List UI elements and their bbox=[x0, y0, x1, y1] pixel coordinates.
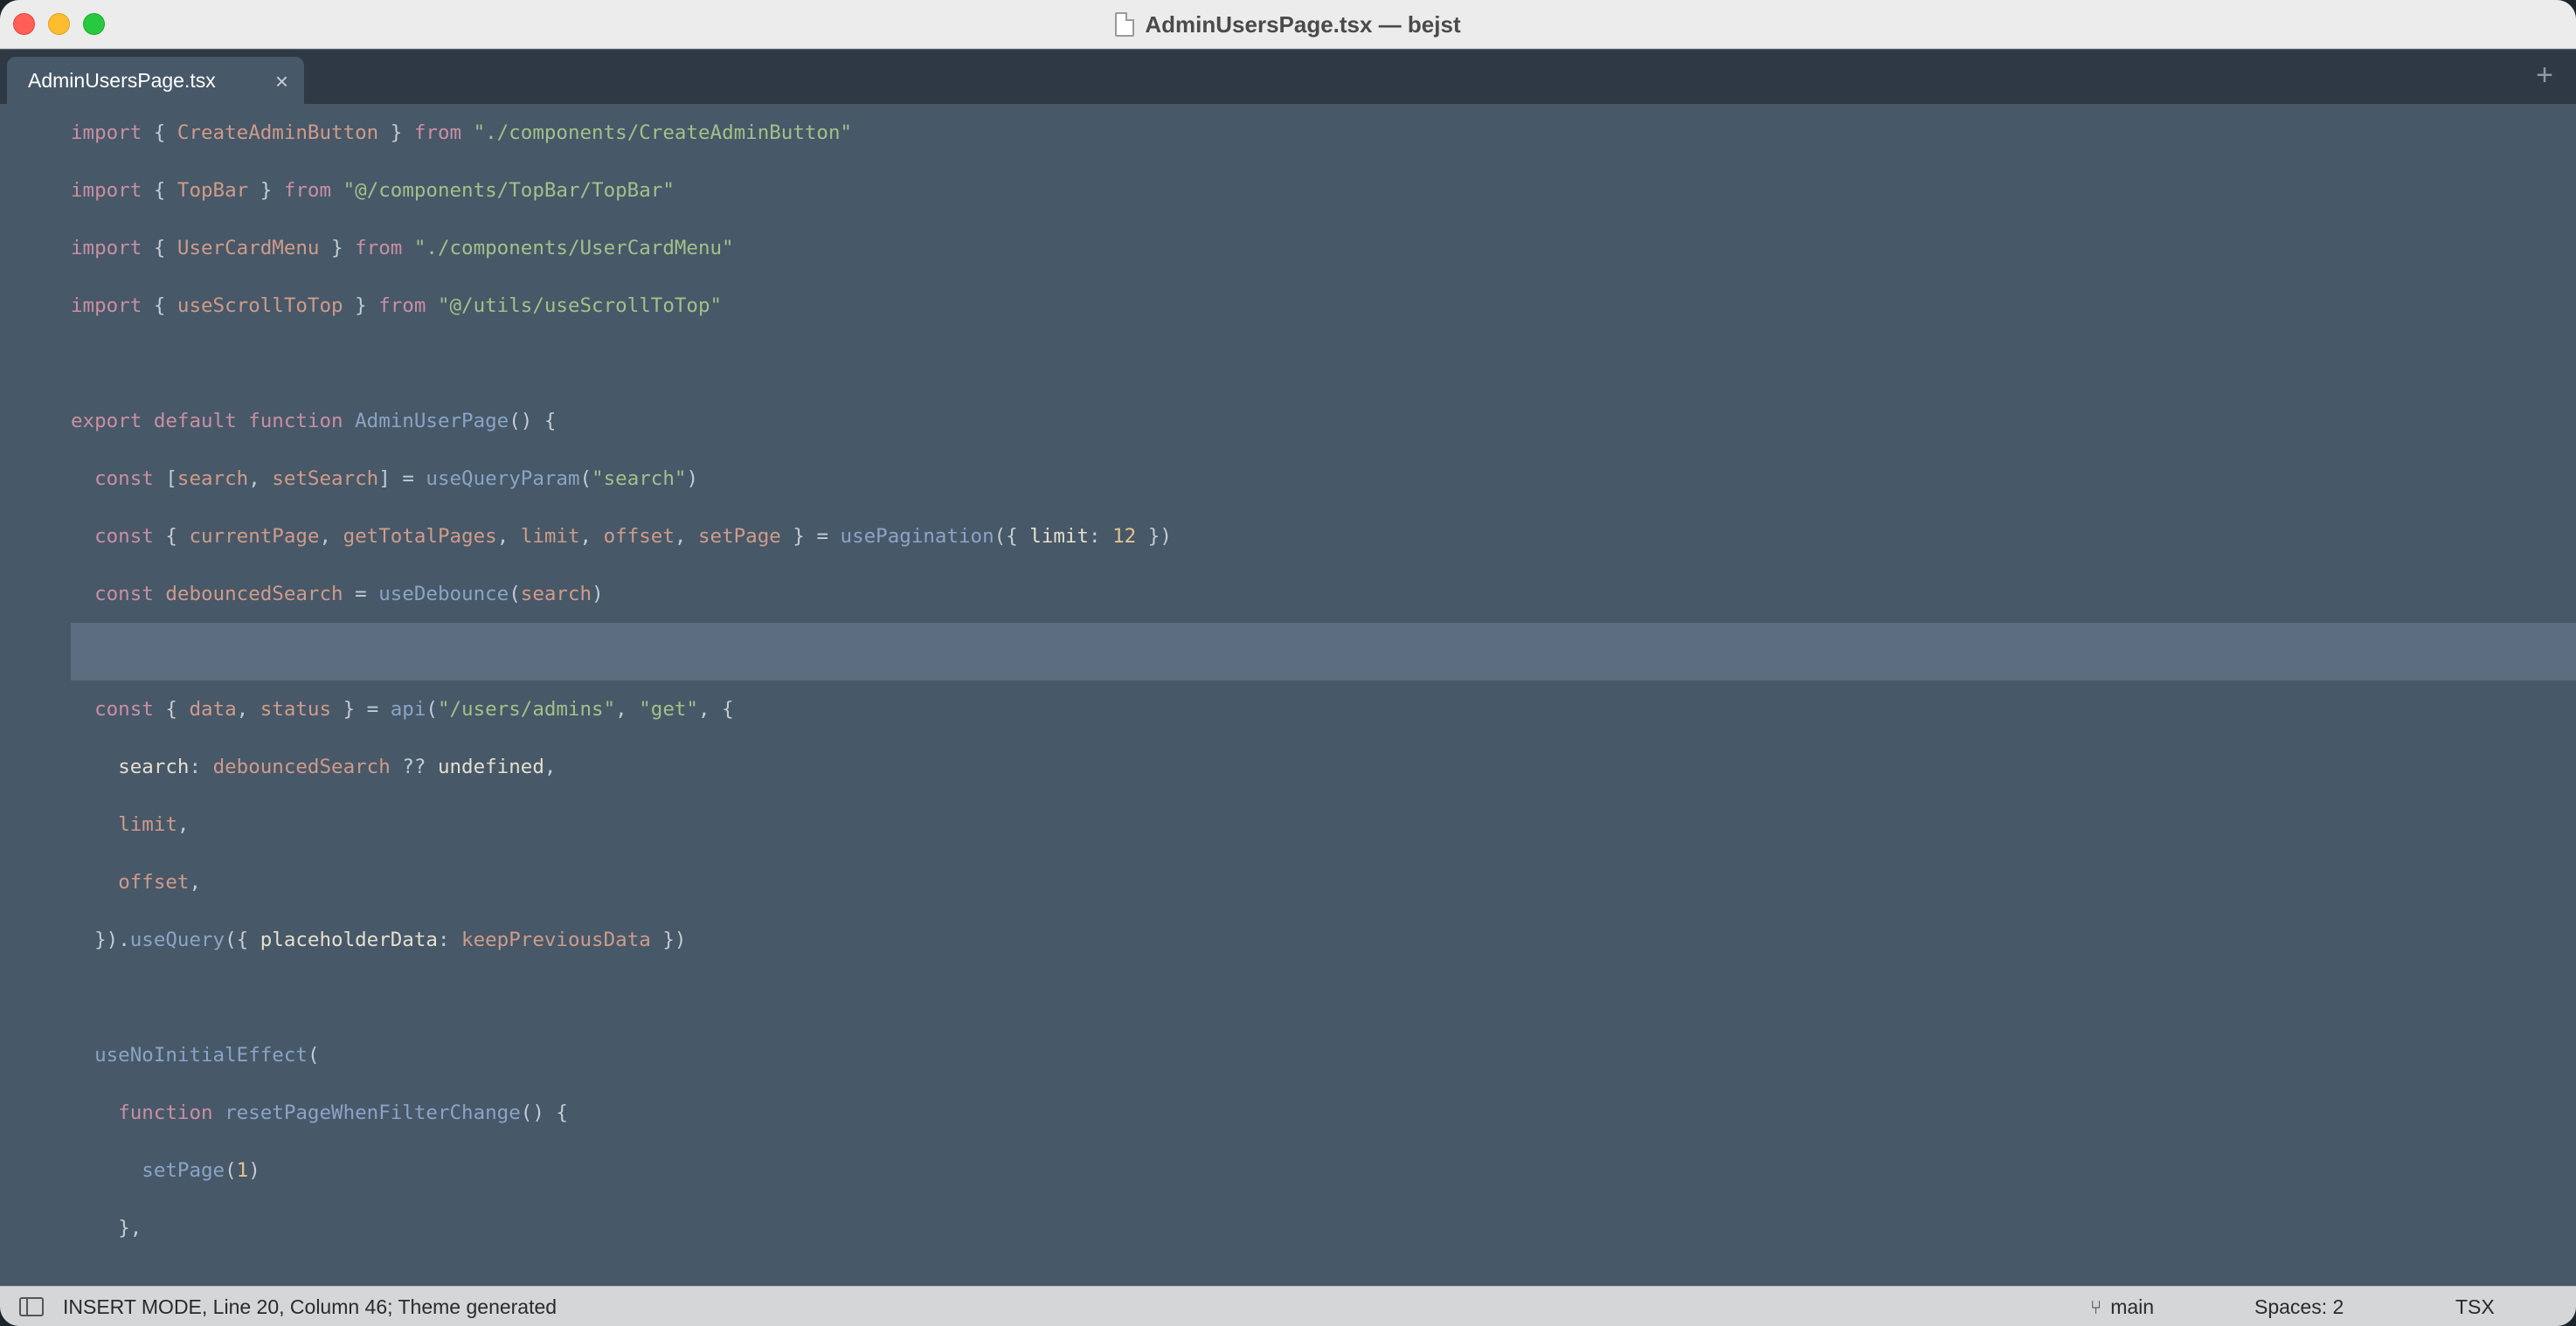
git-branch[interactable]: ⑂ main bbox=[2090, 1295, 2154, 1319]
title-bar: AdminUsersPage.tsx — bejst bbox=[0, 0, 2576, 49]
branch-name: main bbox=[2110, 1295, 2155, 1318]
tab-bar: AdminUsersPage.tsx × + bbox=[0, 50, 2576, 104]
code-line[interactable]: import { CreateAdminButton } from "./com… bbox=[71, 104, 2576, 162]
title-wrap: AdminUsersPage.tsx — bejst bbox=[0, 0, 2576, 49]
document-icon bbox=[1115, 12, 1135, 37]
code-line[interactable]: setPage(1) bbox=[71, 1142, 2576, 1199]
code-editor[interactable]: import { CreateAdminButton } from "./com… bbox=[0, 104, 2576, 1286]
editor-window: AdminUsersPage.tsx — bejst AdminUsersPag… bbox=[0, 0, 2576, 1326]
code-line[interactable]: limit, bbox=[71, 796, 2576, 853]
code-line[interactable]: import { useScrollToTop } from "@/utils/… bbox=[71, 277, 2576, 335]
new-tab-button[interactable]: + bbox=[2536, 59, 2553, 93]
code-line[interactable]: search: debouncedSearch ?? undefined, bbox=[71, 738, 2576, 796]
window-title: AdminUsersPage.tsx — bejst bbox=[1145, 10, 1461, 38]
code-line[interactable]: import { TopBar } from "@/components/Top… bbox=[71, 162, 2576, 219]
code-line[interactable]: useNoInitialEffect( bbox=[71, 1026, 2576, 1084]
tab-label: AdminUsersPage.tsx bbox=[28, 68, 216, 92]
code-line[interactable]: import { UserCardMenu } from "./componen… bbox=[71, 219, 2576, 277]
code-line[interactable] bbox=[71, 623, 2576, 680]
code-line[interactable]: function resetPageWhenFilterChange() { bbox=[71, 1084, 2576, 1142]
code-line[interactable]: offset, bbox=[71, 853, 2576, 911]
sidebar-toggle-icon[interactable] bbox=[19, 1297, 44, 1316]
git-branch-icon: ⑂ bbox=[2090, 1295, 2102, 1318]
close-tab-icon[interactable]: × bbox=[275, 68, 288, 95]
syntax-setting[interactable]: TSX bbox=[2455, 1295, 2495, 1319]
code-line[interactable]: const [search, setSearch] = useQueryPara… bbox=[71, 450, 2576, 508]
code-line[interactable]: export default function AdminUserPage() … bbox=[71, 392, 2576, 450]
status-mode: INSERT MODE, Line 20, Column 46; Theme g… bbox=[63, 1295, 557, 1318]
code-line[interactable]: const debouncedSearch = useDebounce(sear… bbox=[71, 565, 2576, 623]
indentation-setting[interactable]: Spaces: 2 bbox=[2254, 1295, 2344, 1319]
code-line[interactable]: const { currentPage, getTotalPages, limi… bbox=[71, 508, 2576, 565]
code-line[interactable] bbox=[71, 969, 2576, 1026]
code-line[interactable]: const { data, status } = api("/users/adm… bbox=[71, 680, 2576, 738]
code-line[interactable]: }).useQuery({ placeholderData: keepPrevi… bbox=[71, 911, 2576, 969]
tab-admin-users-page[interactable]: AdminUsersPage.tsx × bbox=[7, 57, 304, 104]
status-bar: INSERT MODE, Line 20, Column 46; Theme g… bbox=[0, 1286, 2576, 1326]
code-line[interactable]: }, bbox=[71, 1199, 2576, 1257]
code-line[interactable] bbox=[71, 335, 2576, 392]
